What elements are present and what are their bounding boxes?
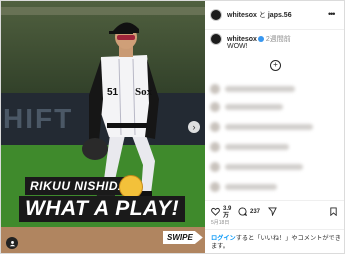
like-count: 3.9 xyxy=(223,206,232,212)
login-link[interactable]: ログイン xyxy=(211,235,236,242)
collab-username[interactable]: japs.56 xyxy=(268,12,292,19)
comment-bubble-icon[interactable] xyxy=(238,207,247,216)
blurred-comment xyxy=(210,121,340,133)
more-options-icon[interactable]: ••• xyxy=(328,9,336,19)
blurred-comment xyxy=(210,101,340,113)
bookmark-icon[interactable] xyxy=(329,207,338,216)
blurred-comment xyxy=(210,181,340,193)
post-header: whitesox と japs.56 ••• xyxy=(205,1,344,30)
tagged-users-icon[interactable] xyxy=(6,237,18,249)
verified-badge-icon xyxy=(257,36,264,43)
comment-count: 237 xyxy=(250,209,261,215)
load-more-comments-icon[interactable]: + xyxy=(270,60,281,71)
action-bar: 3.9 万 237 xyxy=(205,200,344,221)
login-prompt-text: ログインすると「いいね！」やコメントができます。 xyxy=(211,235,341,251)
wall-advertising-text: HIFT xyxy=(3,103,74,134)
post-sidebar: whitesox と japs.56 ••• whitesox 2週間前 WOW… xyxy=(205,1,344,253)
jersey-number: 51 xyxy=(107,87,119,98)
caption-username[interactable]: whitesox xyxy=(227,36,257,43)
caption-text: WOW! xyxy=(227,43,248,50)
whitesox-avatar[interactable] xyxy=(210,9,222,21)
post-authors: whitesox と japs.56 xyxy=(227,10,292,20)
blurred-comment xyxy=(210,83,340,95)
instagram-post: HIFT Sox 51 RIKUU NISHIDA! WHAT A PLAY! … xyxy=(0,0,345,254)
swipe-sticker: SWIPE xyxy=(163,231,203,244)
jersey-logo: Sox xyxy=(135,86,153,98)
next-slide-chevron-icon[interactable]: › xyxy=(188,121,200,133)
overlay-headline: WHAT A PLAY! xyxy=(19,196,186,222)
like-heart-icon[interactable] xyxy=(211,207,220,216)
post-media[interactable]: HIFT Sox 51 RIKUU NISHIDA! WHAT A PLAY! … xyxy=(1,1,205,253)
stadium-railing xyxy=(1,7,205,15)
author-username[interactable]: whitesox xyxy=(227,12,257,19)
caption-avatar[interactable] xyxy=(210,33,222,45)
blurred-comment xyxy=(210,141,340,153)
author-separator: と xyxy=(258,12,266,19)
blurred-comment xyxy=(210,161,340,173)
post-date: 5月18日 xyxy=(211,220,230,226)
login-prompt: ログインすると「いいね！」やコメントができます。 xyxy=(205,229,344,254)
caption-date: 2週間前 xyxy=(265,36,291,43)
share-icon[interactable] xyxy=(268,207,277,216)
